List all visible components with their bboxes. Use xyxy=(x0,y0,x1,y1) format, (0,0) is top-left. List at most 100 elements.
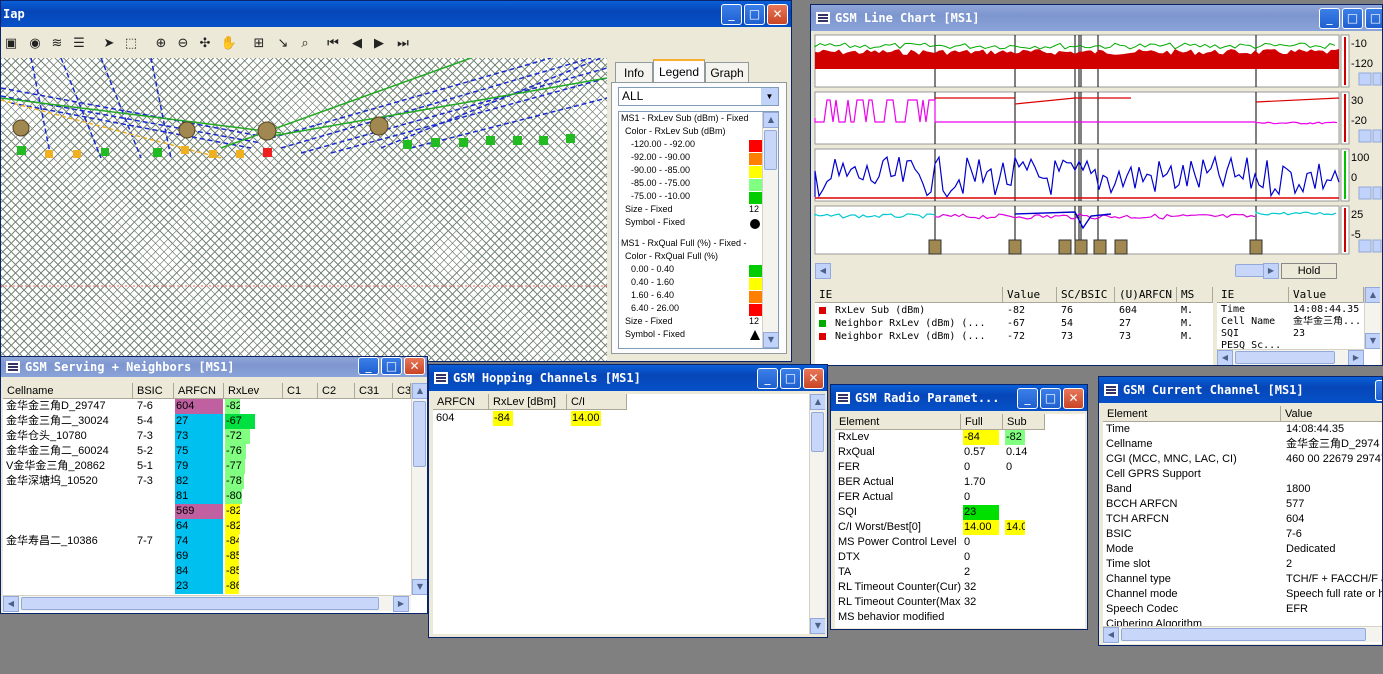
close-button[interactable]: ✕ xyxy=(767,4,788,25)
col-value[interactable]: Value xyxy=(1003,287,1057,303)
tab-legend[interactable]: Legend xyxy=(653,59,705,82)
scroll-right-icon[interactable]: ▶ xyxy=(393,596,409,612)
list-icon[interactable]: ☰ xyxy=(69,34,89,54)
map-title-bar[interactable]: Iap xyxy=(1,1,791,27)
serving-hscrollbar[interactable]: ◀ ▶ xyxy=(3,595,411,612)
col-sub[interactable]: Sub xyxy=(1003,414,1045,430)
scroll-right-icon[interactable]: ▶ xyxy=(1348,350,1364,365)
scroll-left-icon[interactable]: ◀ xyxy=(1103,627,1119,643)
restore-button[interactable]: □ xyxy=(1365,8,1382,29)
col-arfcn[interactable]: (U)ARFCN xyxy=(1115,287,1177,303)
maximize-button[interactable]: □ xyxy=(1040,388,1061,409)
zoom-in-icon[interactable]: ⊕ xyxy=(151,34,171,54)
minimize-button[interactable]: _ xyxy=(358,357,379,375)
col-c2[interactable]: C2 xyxy=(318,383,355,399)
minimize-button[interactable]: _ xyxy=(1017,388,1038,409)
minimize-button[interactable]: _ xyxy=(1319,8,1340,29)
globe-icon[interactable]: ◉ xyxy=(25,34,45,54)
minimize-button[interactable]: _ xyxy=(757,368,778,389)
scroll-thumb[interactable] xyxy=(1121,628,1366,641)
chevron-down-icon[interactable]: ▼ xyxy=(761,88,778,105)
scroll-up-icon[interactable]: ▲ xyxy=(763,112,778,128)
col-bsic[interactable]: BSIC xyxy=(133,383,174,399)
ruler-icon[interactable]: ⊞ xyxy=(249,34,269,54)
zoom-out-icon[interactable]: ⊖ xyxy=(173,34,193,54)
legend-arfcn: 604 xyxy=(1119,305,1138,316)
last-icon[interactable]: ⏭ xyxy=(393,34,413,54)
scroll-left-icon[interactable]: ◀ xyxy=(3,596,19,612)
serving-scrollbar[interactable]: ▲ ▼ xyxy=(411,383,427,595)
maximize-button[interactable]: □ xyxy=(1342,8,1363,29)
col-value[interactable]: Value xyxy=(1289,287,1364,303)
arrow-icon[interactable]: ↘ xyxy=(273,34,293,54)
find-icon[interactable]: ⌕ xyxy=(295,34,315,54)
current-title-bar[interactable]: GSM Current Channel [MS1] xyxy=(1099,377,1382,403)
col-c32[interactable]: C3 xyxy=(393,383,411,399)
scroll-up-icon[interactable]: ▲ xyxy=(1365,287,1380,303)
first-icon[interactable]: ⏮ xyxy=(323,34,343,54)
line-chart-plots[interactable]: -10 -120 30 -20 100 0 25 -5 xyxy=(811,31,1383,291)
hopping-scrollbar[interactable]: ▲ ▼ xyxy=(809,394,825,634)
info-scrollbar[interactable]: ▲ ▼ xyxy=(1364,287,1380,349)
scroll-down-icon[interactable]: ▼ xyxy=(1365,333,1380,349)
info-hscrollbar[interactable]: ◀ ▶ xyxy=(1217,349,1364,365)
scroll-thumb[interactable] xyxy=(1235,351,1335,364)
legend-ms: M. xyxy=(1181,318,1194,329)
col-rxlev[interactable]: RxLev xyxy=(224,383,283,399)
line-chart-title-bar[interactable]: GSM Line Chart [MS1] xyxy=(811,5,1382,31)
col-cellname[interactable]: Cellname xyxy=(3,383,133,399)
col-arfcn[interactable]: ARFCN xyxy=(174,383,224,399)
scroll-down-icon[interactable]: ▼ xyxy=(763,332,778,348)
scroll-thumb[interactable] xyxy=(21,597,379,610)
col-c1[interactable]: C1 xyxy=(283,383,318,399)
select-icon[interactable]: ⬚ xyxy=(121,34,141,54)
col-ci[interactable]: C/I xyxy=(567,394,627,410)
close-button[interactable]: ✕ xyxy=(1063,388,1084,409)
tab-graph[interactable]: Graph xyxy=(705,62,749,82)
scroll-right-icon[interactable]: ▶ xyxy=(1263,263,1279,279)
full-cell: 2 xyxy=(964,566,971,578)
current-hscrollbar[interactable]: ◀ xyxy=(1103,626,1382,643)
pointer-icon[interactable]: ➤ xyxy=(99,34,119,54)
col-bsic[interactable]: SC/BSIC xyxy=(1057,287,1115,303)
maximize-button[interactable]: □ xyxy=(744,4,765,25)
scroll-down-icon[interactable]: ▼ xyxy=(412,579,427,595)
scroll-left-icon[interactable]: ◀ xyxy=(1217,350,1233,365)
tab-info[interactable]: Info xyxy=(615,62,653,82)
map-canvas[interactable] xyxy=(1,58,607,361)
zoom-extent-icon[interactable]: ✣ xyxy=(195,34,215,54)
layers-icon[interactable]: ≋ xyxy=(47,34,67,54)
scroll-thumb[interactable] xyxy=(764,130,777,170)
col-full[interactable]: Full xyxy=(961,414,1003,430)
close-button[interactable]: ✕ xyxy=(404,357,425,375)
col-arfcn[interactable]: ARFCN xyxy=(433,394,489,410)
col-ie[interactable]: IE xyxy=(815,287,1003,303)
col-element[interactable]: Element xyxy=(835,414,961,430)
hold-button[interactable]: Hold xyxy=(1281,263,1337,279)
pan-icon[interactable]: ✋ xyxy=(219,34,239,54)
next-icon[interactable]: ▶ xyxy=(369,34,389,54)
chart-scroll-thumb[interactable] xyxy=(1235,264,1265,277)
close-button[interactable]: ✕ xyxy=(803,368,824,389)
legend-scrollbar[interactable]: ▲ ▼ xyxy=(762,112,778,348)
col-element[interactable]: Element xyxy=(1103,406,1281,422)
col-ms[interactable]: MS xyxy=(1177,287,1213,303)
maximize-button[interactable]: □ xyxy=(381,357,402,375)
scroll-left-icon[interactable]: ◀ xyxy=(815,263,831,279)
scroll-down-icon[interactable]: ▼ xyxy=(810,618,825,634)
map-icon[interactable]: ▣ xyxy=(1,34,21,54)
scroll-up-icon[interactable]: ▲ xyxy=(412,383,427,399)
scroll-thumb[interactable] xyxy=(811,412,824,452)
scroll-thumb[interactable] xyxy=(413,401,426,467)
col-rxlev[interactable]: RxLev [dBm] xyxy=(489,394,567,410)
prev-icon[interactable]: ◀ xyxy=(347,34,367,54)
sub-cell xyxy=(1005,610,1043,625)
col-value[interactable]: Value xyxy=(1281,406,1382,422)
minimize-button[interactable]: _ xyxy=(721,4,742,25)
layer-select[interactable]: ALL ▼ xyxy=(618,87,779,106)
minimize-button[interactable]: _ xyxy=(1375,380,1382,401)
maximize-button[interactable]: □ xyxy=(780,368,801,389)
col-ie[interactable]: IE xyxy=(1217,287,1289,303)
col-c31[interactable]: C31 xyxy=(355,383,393,399)
scroll-up-icon[interactable]: ▲ xyxy=(810,394,825,410)
